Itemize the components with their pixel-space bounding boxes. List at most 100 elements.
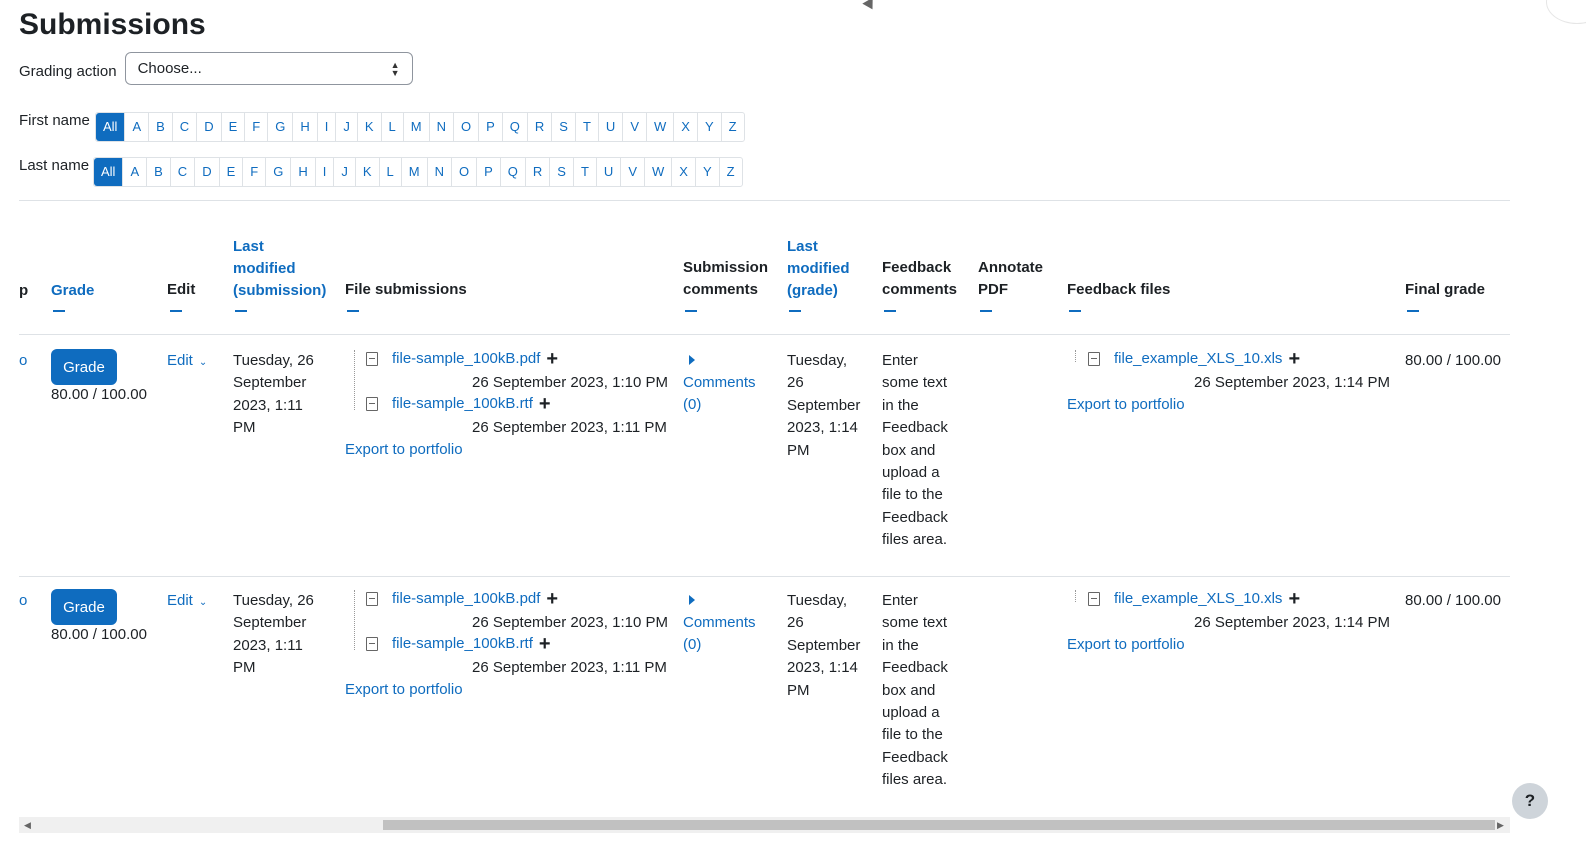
first_name-initial-w[interactable]: W xyxy=(647,113,675,141)
collapse-fbcomments-icon[interactable] xyxy=(884,310,896,312)
last_name-initial-z[interactable]: Z xyxy=(720,158,742,186)
first_name-initial-y[interactable]: Y xyxy=(698,113,722,141)
feedback-file-link[interactable]: file_example_XLS_10.xls xyxy=(1114,350,1282,367)
last_name-initial-g[interactable]: G xyxy=(266,158,292,186)
first_name-initial-all[interactable]: All xyxy=(96,113,126,141)
plus-icon[interactable]: + xyxy=(546,349,558,369)
edit-menu[interactable]: Edit ⌄ xyxy=(167,590,207,614)
first_name-initial-v[interactable]: V xyxy=(623,113,647,141)
file-link[interactable]: file-sample_100kB.pdf xyxy=(392,590,540,607)
fc-line: box and xyxy=(882,441,936,459)
first_name-initial-m[interactable]: M xyxy=(404,113,430,141)
first_name-initial-k[interactable]: K xyxy=(358,113,382,141)
first_name-initial-f[interactable]: F xyxy=(245,113,269,141)
last_name-initial-h[interactable]: H xyxy=(291,158,316,186)
export-portfolio-link[interactable]: Export to portfolio xyxy=(345,679,463,701)
collapse-files-icon[interactable] xyxy=(347,310,359,312)
collapse-lms-icon[interactable] xyxy=(235,310,247,312)
plus-icon[interactable]: + xyxy=(546,589,558,609)
last_name-initial-k[interactable]: K xyxy=(356,158,380,186)
first_name-initial-s[interactable]: S xyxy=(552,113,576,141)
feedback-export-link[interactable]: Export to portfolio xyxy=(1067,634,1185,656)
comments-link[interactable]: Comments (0) xyxy=(683,612,756,657)
collapse-subcomments-icon[interactable] xyxy=(685,310,697,312)
collapse-fbfiles-icon[interactable] xyxy=(1069,310,1081,312)
grade-button[interactable]: Grade xyxy=(51,589,117,625)
last_name-initial-e[interactable]: E xyxy=(220,158,244,186)
scroll-right-icon[interactable]: ▶ xyxy=(1497,820,1504,831)
first_name-initial-x[interactable]: X xyxy=(674,113,698,141)
last_name-initial-x[interactable]: X xyxy=(672,158,696,186)
first_name-initial-z[interactable]: Z xyxy=(722,113,744,141)
last_name-initial-m[interactable]: M xyxy=(402,158,428,186)
expand-comments-icon[interactable] xyxy=(689,595,695,605)
col-grade[interactable]: Grade xyxy=(51,280,94,302)
export-portfolio-link[interactable]: Export to portfolio xyxy=(345,439,463,461)
last_name-initial-u[interactable]: U xyxy=(597,158,622,186)
help-button[interactable]: ? xyxy=(1512,783,1548,819)
first_name-initial-d[interactable]: D xyxy=(197,113,222,141)
first_name-initial-e[interactable]: E xyxy=(222,113,246,141)
grading-action-select[interactable]: Choose... ▲ ▼ xyxy=(124,52,413,85)
scroll-left-icon[interactable]: ◀ xyxy=(24,820,31,831)
first_name-initial-t[interactable]: T xyxy=(576,113,599,141)
first_name-initial-j[interactable]: J xyxy=(336,113,358,141)
last_name-initial-w[interactable]: W xyxy=(645,158,673,186)
last_name-initial-l[interactable]: L xyxy=(380,158,402,186)
first_name-initial-i[interactable]: I xyxy=(318,113,337,141)
fc-line: in the xyxy=(882,396,919,414)
expand-comments-icon[interactable] xyxy=(689,355,695,365)
last_name-initial-all[interactable]: All xyxy=(94,158,124,186)
last_name-initial-r[interactable]: R xyxy=(526,158,551,186)
last_name-initial-j[interactable]: J xyxy=(334,158,356,186)
first_name-initial-o[interactable]: O xyxy=(454,113,480,141)
feedback-export-link[interactable]: Export to portfolio xyxy=(1067,394,1185,416)
collapse-annotate-icon[interactable] xyxy=(980,310,992,312)
last_name-initial-c[interactable]: C xyxy=(171,158,196,186)
last_name-initial-t[interactable]: T xyxy=(574,158,597,186)
last_name-initial-s[interactable]: S xyxy=(550,158,574,186)
feedback-file-link[interactable]: file_example_XLS_10.xls xyxy=(1114,590,1282,607)
scroll-thumb[interactable] xyxy=(383,820,1495,830)
last_name-initial-p[interactable]: P xyxy=(477,158,501,186)
plus-icon[interactable]: + xyxy=(1288,349,1300,369)
first_name-initial-u[interactable]: U xyxy=(599,113,624,141)
collapse-edit-icon[interactable] xyxy=(170,310,182,312)
file-link[interactable]: file-sample_100kB.rtf xyxy=(392,395,533,412)
last_name-initial-q[interactable]: Q xyxy=(501,158,526,186)
first_name-initial-l[interactable]: L xyxy=(382,113,404,141)
collapse-finalgrade-icon[interactable] xyxy=(1407,310,1419,312)
last_name-initial-o[interactable]: O xyxy=(452,158,478,186)
grade-button[interactable]: Grade xyxy=(51,349,117,385)
horizontal-scrollbar[interactable]: ◀ ▶ xyxy=(19,817,1510,833)
first_name-initial-r[interactable]: R xyxy=(528,113,553,141)
collapse-lmg-icon[interactable] xyxy=(789,310,801,312)
first_name-initial-b[interactable]: B xyxy=(149,113,173,141)
plus-icon[interactable]: + xyxy=(539,394,551,414)
col-last-modified-submission[interactable]: Last modified (submission) xyxy=(233,236,326,302)
last_name-initial-d[interactable]: D xyxy=(195,158,220,186)
first_name-initial-a[interactable]: A xyxy=(125,113,150,141)
plus-icon[interactable]: + xyxy=(1288,589,1300,609)
last_name-initial-v[interactable]: V xyxy=(621,158,645,186)
last_name-initial-n[interactable]: N xyxy=(428,158,452,186)
collapse-grade-icon[interactable] xyxy=(53,310,65,312)
file-link[interactable]: file-sample_100kB.pdf xyxy=(392,350,540,367)
last_name-initial-b[interactable]: B xyxy=(147,158,171,186)
edit-menu[interactable]: Edit ⌄ xyxy=(167,350,207,374)
last_name-initial-a[interactable]: A xyxy=(123,158,148,186)
grade-value: 80.00 / 100.00 xyxy=(51,626,147,643)
last_name-initial-f[interactable]: F xyxy=(243,158,267,186)
first_name-initial-n[interactable]: N xyxy=(430,113,454,141)
first_name-initial-q[interactable]: Q xyxy=(503,113,528,141)
first_name-initial-p[interactable]: P xyxy=(479,113,503,141)
last_name-initial-i[interactable]: I xyxy=(316,158,335,186)
file-link[interactable]: file-sample_100kB.rtf xyxy=(392,635,533,652)
first_name-initial-g[interactable]: G xyxy=(268,113,294,141)
plus-icon[interactable]: + xyxy=(539,634,551,654)
first_name-initial-h[interactable]: H xyxy=(293,113,318,141)
first_name-initial-c[interactable]: C xyxy=(173,113,198,141)
last_name-initial-y[interactable]: Y xyxy=(696,158,720,186)
col-last-modified-grade[interactable]: Last modified (grade) xyxy=(787,236,850,302)
comments-link[interactable]: Comments (0) xyxy=(683,372,756,417)
